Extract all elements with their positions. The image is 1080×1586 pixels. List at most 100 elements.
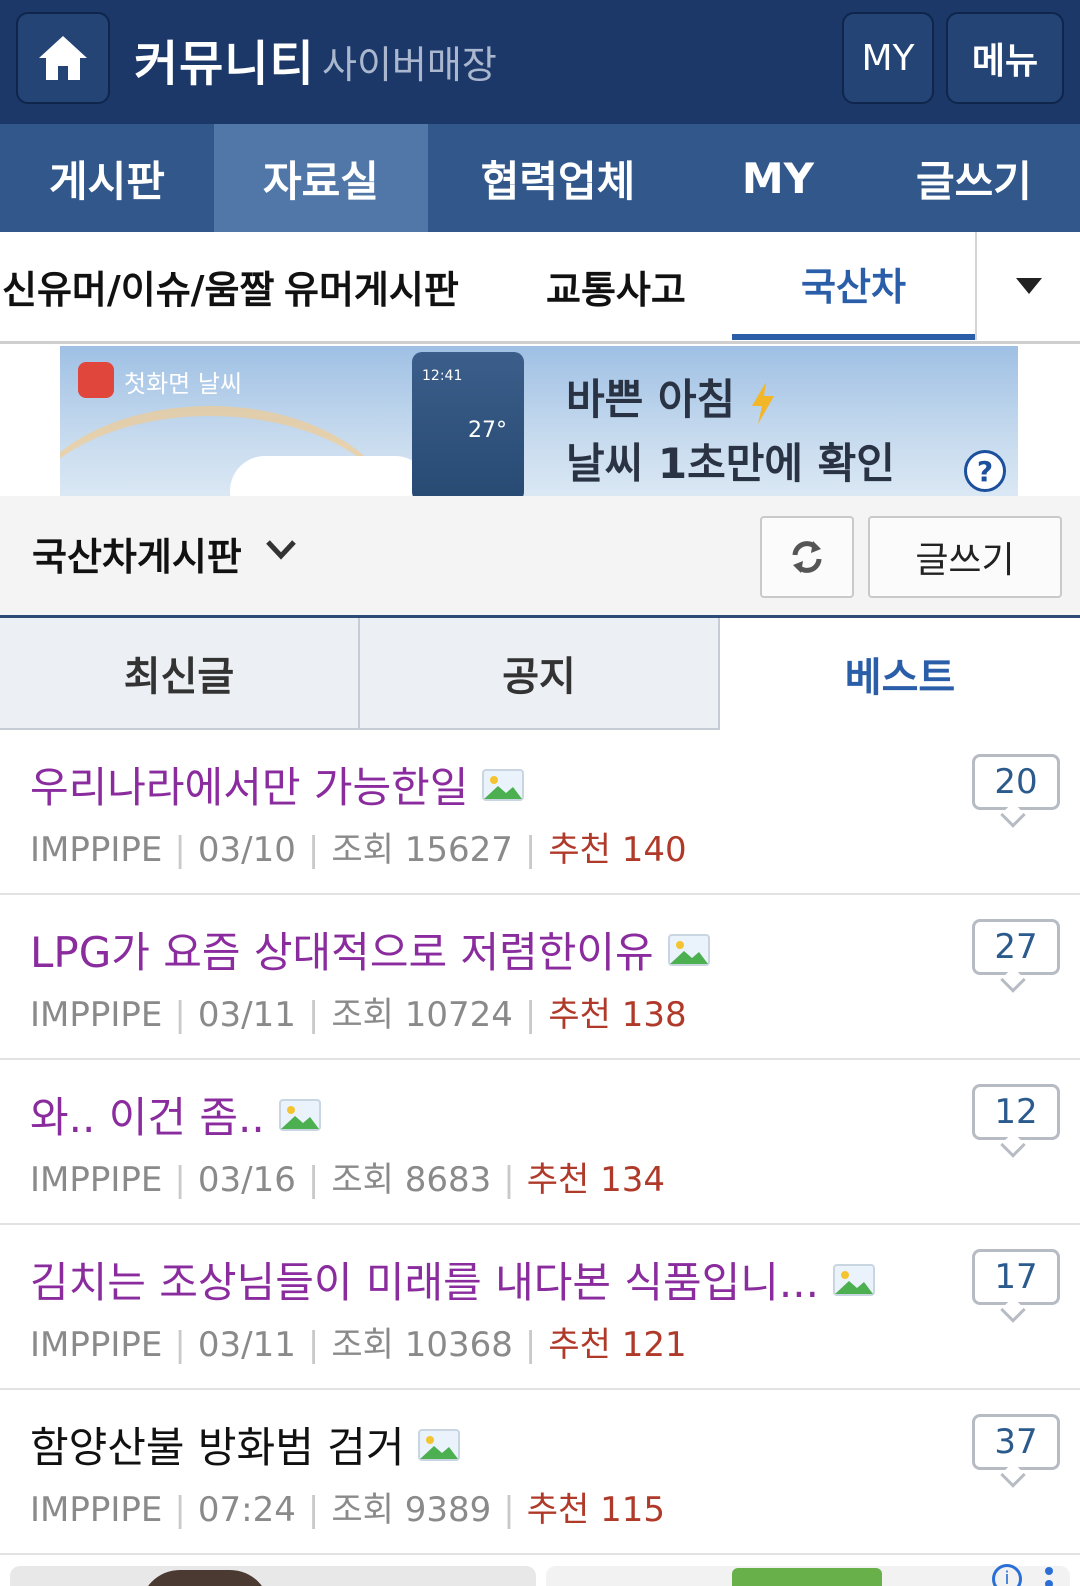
chevron-down-icon[interactable]	[264, 538, 298, 562]
tab-latest[interactable]: 최신글	[0, 618, 360, 730]
post-views: 8683	[404, 1160, 492, 1200]
post-title-text: 함양산불 방화범 검거	[30, 1423, 405, 1472]
post-row[interactable]: 와.. 이건 좀.. IMPPIPE | 03/16 | 조회 8683 | 추천 134 …	[0, 1060, 1080, 1225]
tab-notice[interactable]: 공지	[360, 618, 720, 730]
ad-info-icon[interactable]: i	[992, 1564, 1022, 1586]
main-nav-item-my[interactable]: MY	[688, 124, 868, 232]
main-nav-item-write[interactable]: 글쓰기	[868, 124, 1080, 232]
tab-best[interactable]: 베스트	[720, 618, 1080, 730]
post-list: 우리나라에서만 가능한일 IMPPIPE | 03/10 | 조회 15627 | 추천 1…	[0, 730, 1080, 1555]
post-title-text: 우리나라에서만 가능한일	[30, 763, 469, 812]
post-views-label: 조회	[331, 830, 394, 870]
comment-count-badge[interactable]: 12	[972, 1084, 1060, 1140]
my-button[interactable]: MY	[842, 12, 934, 104]
more-options-icon[interactable]	[1044, 1566, 1054, 1586]
post-meta: IMPPIPE | 07:24 | 조회 9389 | 추천 115	[30, 1490, 665, 1530]
sub-nav-dropdown-button[interactable]	[975, 232, 1080, 340]
post-recommend-count: 140	[621, 830, 687, 870]
home-icon	[39, 36, 87, 80]
post-author: IMPPIPE	[30, 1325, 163, 1365]
top-header: 커뮤니티 사이버매장 MY 메뉴	[0, 0, 1080, 124]
post-recommend-count: 134	[600, 1160, 665, 1200]
post-meta: IMPPIPE | 03/10 | 조회 15627 | 추천 140	[30, 830, 687, 870]
weather-ad-banner[interactable]: 첫화면 날씨 12:41 27° 바쁜 아침 날씨 1초만에 확인 ?	[60, 346, 1018, 496]
post-title[interactable]: 우리나라에서만 가능한일	[30, 754, 525, 815]
home-button[interactable]	[16, 12, 110, 104]
post-views: 10368	[404, 1325, 513, 1365]
post-recommend-label: 추천	[548, 830, 611, 870]
post-meta: IMPPIPE | 03/11 | 조회 10724 | 추천 138	[30, 995, 687, 1035]
comment-count-badge[interactable]: 27	[972, 919, 1060, 975]
sub-nav-item-traffic[interactable]: 교통사고	[546, 232, 686, 340]
post-title[interactable]: 김치는 조상님들이 미래를 내다본 식품입니...	[30, 1249, 875, 1310]
comment-count-badge[interactable]: 20	[972, 754, 1060, 810]
ad-help-button[interactable]: ?	[964, 450, 1006, 492]
post-recommend-count: 121	[621, 1325, 687, 1365]
image-attachment-icon	[832, 1263, 875, 1296]
ad-headline-text: 바쁜 아침	[566, 375, 736, 424]
post-recommend-label: 추천	[548, 995, 611, 1035]
post-author: IMPPIPE	[30, 1490, 163, 1530]
post-recommend-label: 추천	[526, 1160, 590, 1200]
post-title[interactable]: LPG가 요즘 상대적으로 저렴한이유	[30, 919, 710, 980]
image-attachment-icon	[482, 768, 525, 801]
post-views-label: 조회	[331, 1160, 394, 1200]
lightning-icon	[751, 381, 774, 424]
post-title-text: 김치는 조상님들이 미래를 내다본 식품입니...	[30, 1258, 819, 1307]
bottom-ad-strip[interactable]: i	[0, 1556, 1080, 1586]
sub-nav-item-humor-issue[interactable]: 신유머/이슈/움짤	[2, 232, 274, 340]
post-row[interactable]: LPG가 요즘 상대적으로 저렴한이유 IMPPIPE | 03/11 | 조회 107…	[0, 895, 1080, 1060]
caret-down-icon	[1015, 278, 1042, 294]
phone-temp: 27°	[468, 418, 507, 443]
post-title-text: LPG가 요즘 상대적으로 저렴한이유	[30, 928, 654, 977]
main-nav-item-board[interactable]: 게시판	[0, 124, 214, 232]
post-author: IMPPIPE	[30, 830, 163, 870]
board-title[interactable]: 국산차게시판	[32, 526, 242, 581]
post-recommend-count: 115	[600, 1490, 665, 1530]
comment-count-badge[interactable]: 17	[972, 1249, 1060, 1305]
post-date: 07:24	[197, 1490, 296, 1530]
post-row[interactable]: 함양산불 방화범 검거 IMPPIPE | 07:24 | 조회 9389 | 추천 115…	[0, 1390, 1080, 1555]
post-author: IMPPIPE	[30, 1160, 163, 1200]
image-attachment-icon	[278, 1098, 321, 1131]
post-views: 15627	[404, 830, 513, 870]
post-meta: IMPPIPE | 03/11 | 조회 10368 | 추천 121	[30, 1325, 687, 1365]
post-date: 03/10	[197, 830, 296, 870]
ad-card-left[interactable]	[10, 1566, 536, 1586]
sub-nav-item-humor-board[interactable]: 유머게시판	[284, 232, 459, 340]
post-views: 9389	[404, 1490, 492, 1530]
phone-time: 12:41	[422, 368, 463, 384]
site-title[interactable]: 커뮤니티	[134, 24, 315, 94]
board-header: 국산차게시판 글쓰기	[0, 496, 1080, 618]
post-recommend-count: 138	[621, 995, 687, 1035]
main-nav: 게시판 자료실 협력업체 MY 글쓰기	[0, 124, 1080, 232]
post-recommend-label: 추천	[548, 1325, 611, 1365]
board-tabs: 최신글 공지 베스트	[0, 618, 1080, 730]
post-recommend-label: 추천	[526, 1490, 590, 1530]
write-post-button[interactable]: 글쓰기	[868, 516, 1062, 598]
main-nav-item-partners[interactable]: 협력업체	[428, 124, 688, 232]
post-views-label: 조회	[331, 1325, 394, 1365]
post-row[interactable]: 우리나라에서만 가능한일 IMPPIPE | 03/10 | 조회 15627 | 추천 1…	[0, 730, 1080, 895]
main-nav-item-archive[interactable]: 자료실	[214, 124, 428, 232]
post-date: 03/16	[197, 1160, 296, 1200]
ad-product-image	[732, 1568, 882, 1586]
post-views-label: 조회	[331, 1490, 394, 1530]
ad-headline-line1: 바쁜 아침	[566, 366, 776, 427]
sub-nav-item-domestic-car[interactable]: 국산차	[732, 232, 975, 340]
post-row[interactable]: 김치는 조상님들이 미래를 내다본 식품입니... IMPPIPE | 03/11 |…	[0, 1225, 1080, 1390]
post-title[interactable]: 함양산불 방화범 검거	[30, 1414, 461, 1475]
menu-button[interactable]: 메뉴	[946, 12, 1064, 104]
post-views-label: 조회	[331, 995, 394, 1035]
site-subtitle[interactable]: 사이버매장	[322, 34, 497, 89]
sub-nav: 신유머/이슈/움짤 유머게시판 교통사고 국산차	[0, 232, 1080, 344]
post-views: 10724	[404, 995, 513, 1035]
ad-app-name: 첫화면 날씨	[124, 370, 243, 398]
comment-count-badge[interactable]: 37	[972, 1414, 1060, 1470]
post-title-text: 와.. 이건 좀..	[30, 1093, 265, 1142]
post-author: IMPPIPE	[30, 995, 163, 1035]
image-attachment-icon	[418, 1428, 461, 1461]
post-meta: IMPPIPE | 03/16 | 조회 8683 | 추천 134	[30, 1160, 665, 1200]
post-title[interactable]: 와.. 이건 좀..	[30, 1084, 321, 1145]
refresh-button[interactable]	[760, 516, 854, 598]
